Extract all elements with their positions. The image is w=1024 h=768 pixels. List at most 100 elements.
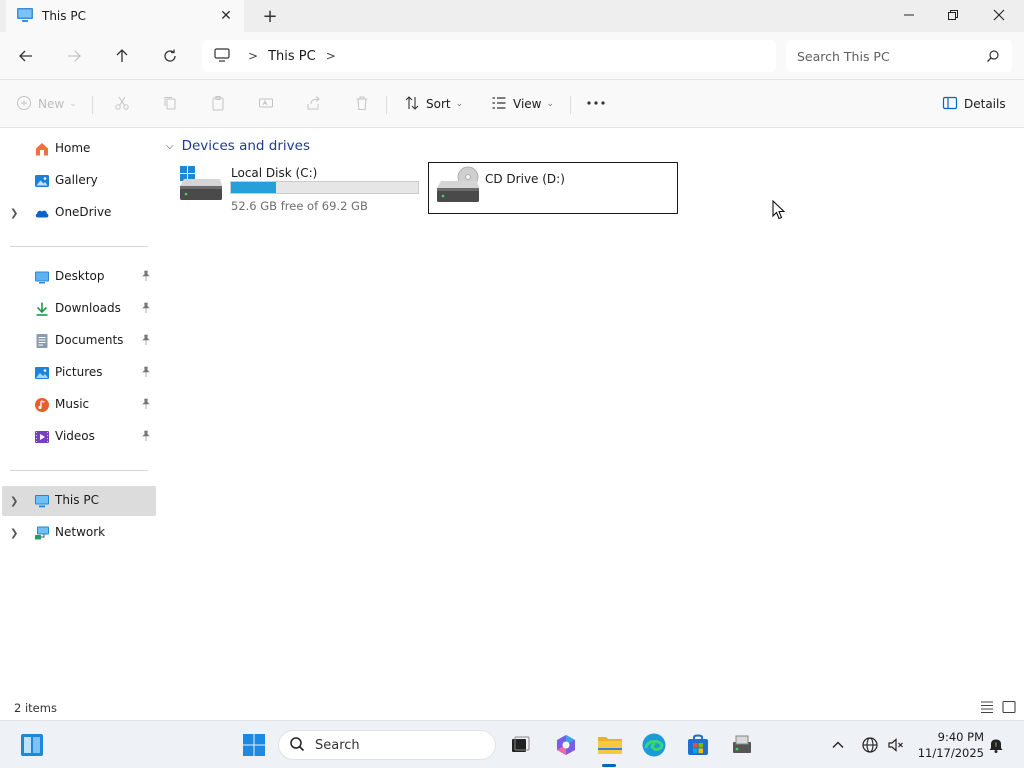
sidebar-item-desktop[interactable]: Desktop — [2, 262, 156, 292]
sidebar-item-home[interactable]: Home — [2, 134, 156, 164]
group-header[interactable]: ⌵ Devices and drives — [166, 138, 310, 154]
svg-text:!: ! — [995, 742, 997, 749]
delete-button[interactable] — [354, 90, 370, 118]
details-button[interactable]: Details — [942, 90, 1006, 118]
address-bar[interactable]: > This PC > — [202, 40, 776, 72]
sidebar-item-videos[interactable]: Videos — [2, 422, 156, 452]
sidebar-item-onedrive[interactable]: ❯ OneDrive — [2, 198, 156, 228]
drive-name: Local Disk (C:) — [231, 166, 318, 180]
installer-app-icon[interactable] — [726, 729, 758, 761]
monitor-icon — [214, 47, 230, 65]
sidebar-item-label: Documents — [55, 333, 124, 347]
clock-date: 11/17/2025 — [917, 746, 984, 760]
pin-icon[interactable] — [140, 334, 152, 346]
chevron-right-icon[interactable]: ❯ — [10, 528, 22, 539]
scissors-icon — [114, 95, 130, 114]
view-label: View — [513, 97, 542, 111]
pin-icon[interactable] — [140, 302, 152, 314]
chevron-right-icon[interactable]: ❯ — [10, 496, 22, 507]
clipboard-icon — [210, 95, 226, 114]
sidebar-item-label: Network — [55, 525, 106, 539]
tab-this-pc[interactable]: This PC ✕ — [6, 0, 244, 32]
taskbar: Search 9:40 PM 11/17/2025 ! — [0, 720, 1024, 768]
sidebar-item-label: Downloads — [55, 301, 121, 315]
sidebar-item-this-pc[interactable]: ❯ This PC — [2, 486, 156, 516]
sort-label: Sort — [426, 97, 451, 111]
store-icon[interactable] — [682, 729, 714, 761]
pin-icon[interactable] — [140, 366, 152, 378]
sidebar-item-pictures[interactable]: Pictures — [2, 358, 156, 388]
tiles-view-icon[interactable] — [1001, 699, 1017, 715]
rename-button[interactable] — [258, 90, 274, 118]
up-button[interactable] — [108, 42, 136, 70]
search-box[interactable] — [786, 40, 1012, 72]
details-view-icon[interactable] — [979, 699, 995, 715]
volume-muted-icon[interactable] — [886, 735, 906, 755]
download-icon — [34, 301, 50, 317]
forward-button[interactable] — [60, 42, 88, 70]
drive-local-disk-c[interactable]: Local Disk (C:) 52.6 GB free of 69.2 GB — [176, 162, 426, 214]
sidebar-item-label: OneDrive — [55, 205, 112, 219]
home-icon — [34, 141, 50, 157]
cut-button[interactable] — [114, 90, 130, 118]
pin-icon[interactable] — [140, 270, 152, 282]
computer-icon — [34, 493, 50, 509]
drive-cd-drive-d[interactable]: CD Drive (D:) — [428, 162, 678, 214]
search-input[interactable] — [797, 48, 977, 64]
sidebar-item-gallery[interactable]: Gallery — [2, 166, 156, 196]
hard-drive-windows-icon — [176, 162, 224, 210]
more-options-button[interactable] — [586, 90, 606, 118]
drive-usage-fill — [231, 182, 276, 193]
chevron-right-icon[interactable]: > — [326, 49, 336, 63]
command-bar: New ⌄ Sort ⌄ View ⌄ Details — [0, 80, 1024, 128]
sidebar-item-downloads[interactable]: Downloads — [2, 294, 156, 324]
plus-icon[interactable]: + — [258, 4, 282, 28]
edge-browser-icon[interactable] — [638, 729, 670, 761]
taskbar-clock[interactable]: 9:40 PM 11/17/2025 — [912, 729, 984, 761]
view-button[interactable]: View ⌄ — [491, 90, 554, 118]
chevron-right-icon[interactable]: > — [248, 49, 258, 63]
sort-button[interactable]: Sort ⌄ — [404, 90, 463, 118]
sidebar-item-label: Desktop — [55, 269, 105, 283]
new-button[interactable]: New ⌄ — [16, 90, 77, 118]
clock-time: 9:40 PM — [937, 730, 984, 744]
mouse-cursor-icon — [772, 199, 786, 223]
copy-icon — [162, 95, 178, 114]
pin-icon[interactable] — [140, 430, 152, 442]
details-pane-icon — [942, 95, 958, 114]
copilot-icon[interactable] — [550, 729, 582, 761]
widgets-icon[interactable] — [16, 729, 48, 761]
divider — [10, 246, 148, 247]
plus-circle-icon — [16, 95, 32, 114]
file-explorer-icon[interactable] — [594, 729, 626, 761]
sidebar-item-documents[interactable]: Documents — [2, 326, 156, 356]
taskbar-search[interactable]: Search — [278, 730, 496, 760]
start-button-icon[interactable] — [238, 729, 270, 761]
breadcrumb-this-pc[interactable]: This PC — [268, 49, 316, 64]
chevron-down-icon[interactable]: ⌵ — [166, 141, 174, 152]
close-window-button[interactable] — [976, 0, 1022, 30]
notification-icon[interactable]: ! — [986, 735, 1006, 755]
more-horizontal-icon — [586, 95, 606, 114]
globe-network-icon[interactable] — [860, 735, 880, 755]
paste-button[interactable] — [210, 90, 226, 118]
search-icon[interactable] — [986, 49, 1000, 66]
sidebar-item-network[interactable]: ❯ Network — [2, 518, 156, 548]
pin-icon[interactable] — [140, 398, 152, 410]
sidebar-item-label: Home — [55, 141, 91, 155]
task-view-icon[interactable] — [504, 729, 536, 761]
navigation-pane: Home Gallery ❯ OneDrive Desktop Download… — [0, 128, 160, 692]
close-icon[interactable]: ✕ — [214, 4, 238, 28]
restore-button[interactable] — [930, 0, 976, 30]
new-label: New — [38, 97, 65, 111]
minimize-button[interactable] — [886, 0, 932, 30]
share-button[interactable] — [306, 90, 322, 118]
sidebar-item-music[interactable]: Music — [2, 390, 156, 420]
copy-button[interactable] — [162, 90, 178, 118]
cd-drive-icon — [435, 164, 483, 212]
back-button[interactable] — [12, 42, 40, 70]
refresh-button[interactable] — [156, 42, 184, 70]
chevron-right-icon[interactable]: ❯ — [10, 208, 22, 219]
chevron-up-icon[interactable] — [828, 735, 848, 755]
pictures-icon — [34, 365, 50, 381]
